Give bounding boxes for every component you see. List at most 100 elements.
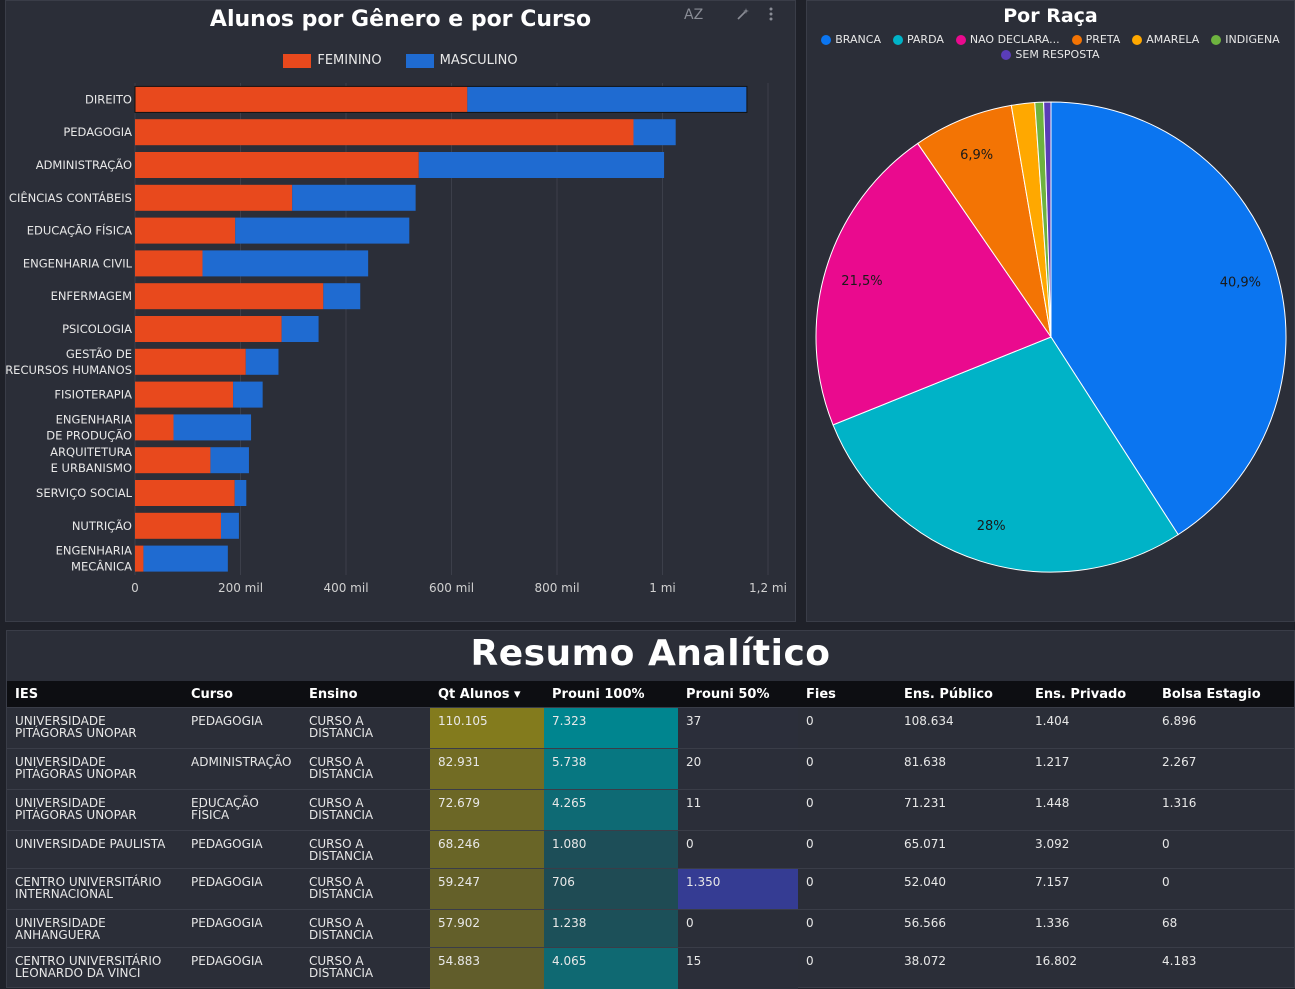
table-cell-bolsa-estagio: 6.896 xyxy=(1154,707,1294,749)
table-cell-ens-publico: 38.072 xyxy=(896,947,1027,989)
bar-feminino-engenharia-de-producao[interactable] xyxy=(135,414,174,441)
bar-masculino-fisioterapia[interactable] xyxy=(233,381,263,408)
table-cell-qt-alunos: 68.246 xyxy=(430,830,544,869)
table-cell-qt-alunos: 57.902 xyxy=(430,909,544,948)
table-cell-prouni-50: 0 xyxy=(678,830,798,869)
bar-masculino-arquitetura-e-urbanismo[interactable] xyxy=(210,447,249,474)
bar-feminino-arquitetura-e-urbanismo[interactable] xyxy=(135,447,211,474)
table-cell-qt-alunos: 82.931 xyxy=(430,748,544,790)
bar-masculino-gestao-de-recursos-humanos[interactable] xyxy=(245,348,279,375)
table-header-row: IES Curso Ensino Qt Alunos ▾ Prouni 100% Prou… xyxy=(7,681,1294,708)
table-cell-ens-privado: 7.157 xyxy=(1027,868,1154,910)
table-row[interactable]: UNIVERSIDADE PITÁGORAS UNOPAR PEDAGOGIA CU… xyxy=(7,707,1294,749)
table-cell-prouni-50: 11 xyxy=(678,789,798,831)
table-cell-curso: PEDAGOGIA xyxy=(183,909,301,948)
table-cell-ens-publico: 65.071 xyxy=(896,830,1027,869)
table-row[interactable]: CENTRO UNIVERSITÁRIO LEONARDO DA VINCI PE… xyxy=(7,947,1294,989)
bar-feminino-fisioterapia[interactable] xyxy=(135,381,234,408)
table-cell-prouni-50: 0 xyxy=(678,909,798,948)
table-cell-bolsa-estagio: 0 xyxy=(1154,830,1294,869)
table-cell-ens-publico: 52.040 xyxy=(896,868,1027,910)
table-cell-bolsa-estagio: 68 xyxy=(1154,909,1294,948)
y-category-label: CIÊNCIAS CONTÁBEIS xyxy=(9,190,132,205)
y-category-label: EDUCAÇÃO FÍSICA xyxy=(27,223,132,238)
table-cell-prouni-100: 1.238 xyxy=(544,909,678,948)
bar-feminino-direito[interactable] xyxy=(135,86,468,113)
y-category-label: FISIOTERAPIA xyxy=(54,388,132,402)
summary-title: Resumo Analítico xyxy=(470,633,831,674)
column-header-ens-publico[interactable]: Ens. Público xyxy=(896,681,1027,708)
column-header-ens-privado[interactable]: Ens. Privado xyxy=(1027,681,1154,708)
table-cell-bolsa-estagio: 1.316 xyxy=(1154,789,1294,831)
column-header-fies[interactable]: Fies xyxy=(798,681,896,708)
column-header-curso[interactable]: Curso xyxy=(183,681,301,708)
table-cell-bolsa-estagio: 4.183 xyxy=(1154,947,1294,989)
bar-masculino-engenharia-de-producao[interactable] xyxy=(173,414,252,441)
column-header-ies[interactable]: IES xyxy=(7,681,183,708)
bar-masculino-engenharia-civil[interactable] xyxy=(202,250,369,277)
bar-masculino-psicologia[interactable] xyxy=(281,316,319,342)
table-cell-curso: EDUCAÇÃO FÍSICA xyxy=(183,789,301,831)
bar-masculino-direito[interactable] xyxy=(467,86,747,113)
x-tick-label: 1 mi xyxy=(649,581,675,595)
y-category-label: ENGENHARIA CIVIL xyxy=(23,256,133,270)
table-cell-ensino: CURSO A DISTANCIA xyxy=(301,868,430,910)
bar-feminino-gestao-de-recursos-humanos[interactable] xyxy=(135,348,246,375)
table-cell-ensino: CURSO A DISTANCIA xyxy=(301,830,430,869)
table-cell-ens-publico: 56.566 xyxy=(896,909,1027,948)
column-header-bolsa-estagio[interactable]: Bolsa Estagio xyxy=(1154,681,1294,708)
y-category-label: ENGENHARIA DE PRODUÇÃO xyxy=(46,412,132,442)
bar-masculino-pedagogia[interactable] xyxy=(633,119,676,146)
bar-feminino-educacao-fisica[interactable] xyxy=(135,217,236,244)
table-cell-prouni-100: 1.080 xyxy=(544,830,678,869)
table-cell-prouni-100: 5.738 xyxy=(544,748,678,790)
x-tick-label: 1,2 mi xyxy=(749,581,787,595)
bar-feminino-pedagogia[interactable] xyxy=(135,119,634,146)
table-cell-ies: UNIVERSIDADE ANHANGUERA xyxy=(7,909,183,948)
table-row[interactable]: UNIVERSIDADE PAULISTA PEDAGOGIA CURSO A DI… xyxy=(7,830,1294,869)
y-category-label: PSICOLOGIA xyxy=(62,322,132,336)
table-cell-curso: PEDAGOGIA xyxy=(183,868,301,910)
bar-masculino-ciencias-contabeis[interactable] xyxy=(292,184,416,211)
bar-masculino-administracao[interactable] xyxy=(418,152,665,178)
bar-feminino-nutricao[interactable] xyxy=(135,512,221,539)
column-header-prouni-50[interactable]: Prouni 50% xyxy=(678,681,798,708)
table-cell-prouni-50: 20 xyxy=(678,748,798,790)
x-tick-label: 800 mil xyxy=(534,581,579,595)
column-header-ensino[interactable]: Ensino xyxy=(301,681,430,708)
bar-feminino-engenharia-civil[interactable] xyxy=(135,250,203,277)
y-category-label: NUTRIÇÃO xyxy=(72,518,132,533)
y-category-label: DIREITO xyxy=(85,92,132,106)
bar-masculino-servico-social[interactable] xyxy=(234,480,247,506)
table-cell-ies: UNIVERSIDADE PITÁGORAS UNOPAR xyxy=(7,748,183,790)
bar-feminino-servico-social[interactable] xyxy=(135,480,235,506)
bar-masculino-nutricao[interactable] xyxy=(220,512,239,539)
table-row[interactable]: UNIVERSIDADE ANHANGUERA PEDAGOGIA CURSO A … xyxy=(7,909,1294,948)
bar-feminino-ciencias-contabeis[interactable] xyxy=(135,184,293,211)
bar-masculino-enfermagem[interactable] xyxy=(323,283,361,310)
x-tick-label: 0 xyxy=(131,581,139,595)
table-cell-ies: CENTRO UNIVERSITÁRIO INTERNACIONAL xyxy=(7,868,183,910)
table-cell-prouni-100: 4.265 xyxy=(544,789,678,831)
bar-feminino-psicologia[interactable] xyxy=(135,316,282,342)
summary-table: IES Curso Ensino Qt Alunos ▾ Prouni 100% Prou… xyxy=(7,681,1294,989)
table-cell-curso: ADMINISTRAÇÃO xyxy=(183,748,301,790)
table-cell-ensino: CURSO A DISTANCIA xyxy=(301,789,430,831)
bar-feminino-enfermagem[interactable] xyxy=(135,283,324,310)
table-row[interactable]: UNIVERSIDADE PITÁGORAS UNOPAR ADMINISTRAÇ… xyxy=(7,748,1294,790)
table-cell-ensino: CURSO A DISTANCIA xyxy=(301,947,430,989)
column-header-prouni-100[interactable]: Prouni 100% xyxy=(544,681,678,708)
table-cell-fies: 0 xyxy=(798,789,896,831)
x-tick-label: 600 mil xyxy=(429,581,474,595)
bar-feminino-engenharia-mecanica[interactable] xyxy=(135,545,144,572)
bar-masculino-educacao-fisica[interactable] xyxy=(235,217,410,244)
bar-chart-plot: 0 200 mil 400 mil 600 mil 800 mil 1 mi 1,2 mi D… xyxy=(6,83,787,595)
column-header-qt-alunos[interactable]: Qt Alunos ▾ xyxy=(430,681,544,708)
table-cell-ens-privado: 1.404 xyxy=(1027,707,1154,749)
table-cell-fies: 0 xyxy=(798,707,896,749)
table-cell-qt-alunos: 110.105 xyxy=(430,707,544,749)
bar-masculino-engenharia-mecanica[interactable] xyxy=(143,545,228,572)
table-row[interactable]: UNIVERSIDADE PITÁGORAS UNOPAR EDUCAÇÃO FÍ… xyxy=(7,789,1294,831)
bar-feminino-administracao[interactable] xyxy=(135,152,419,178)
table-row[interactable]: CENTRO UNIVERSITÁRIO INTERNACIONAL PEDAGO… xyxy=(7,868,1294,910)
